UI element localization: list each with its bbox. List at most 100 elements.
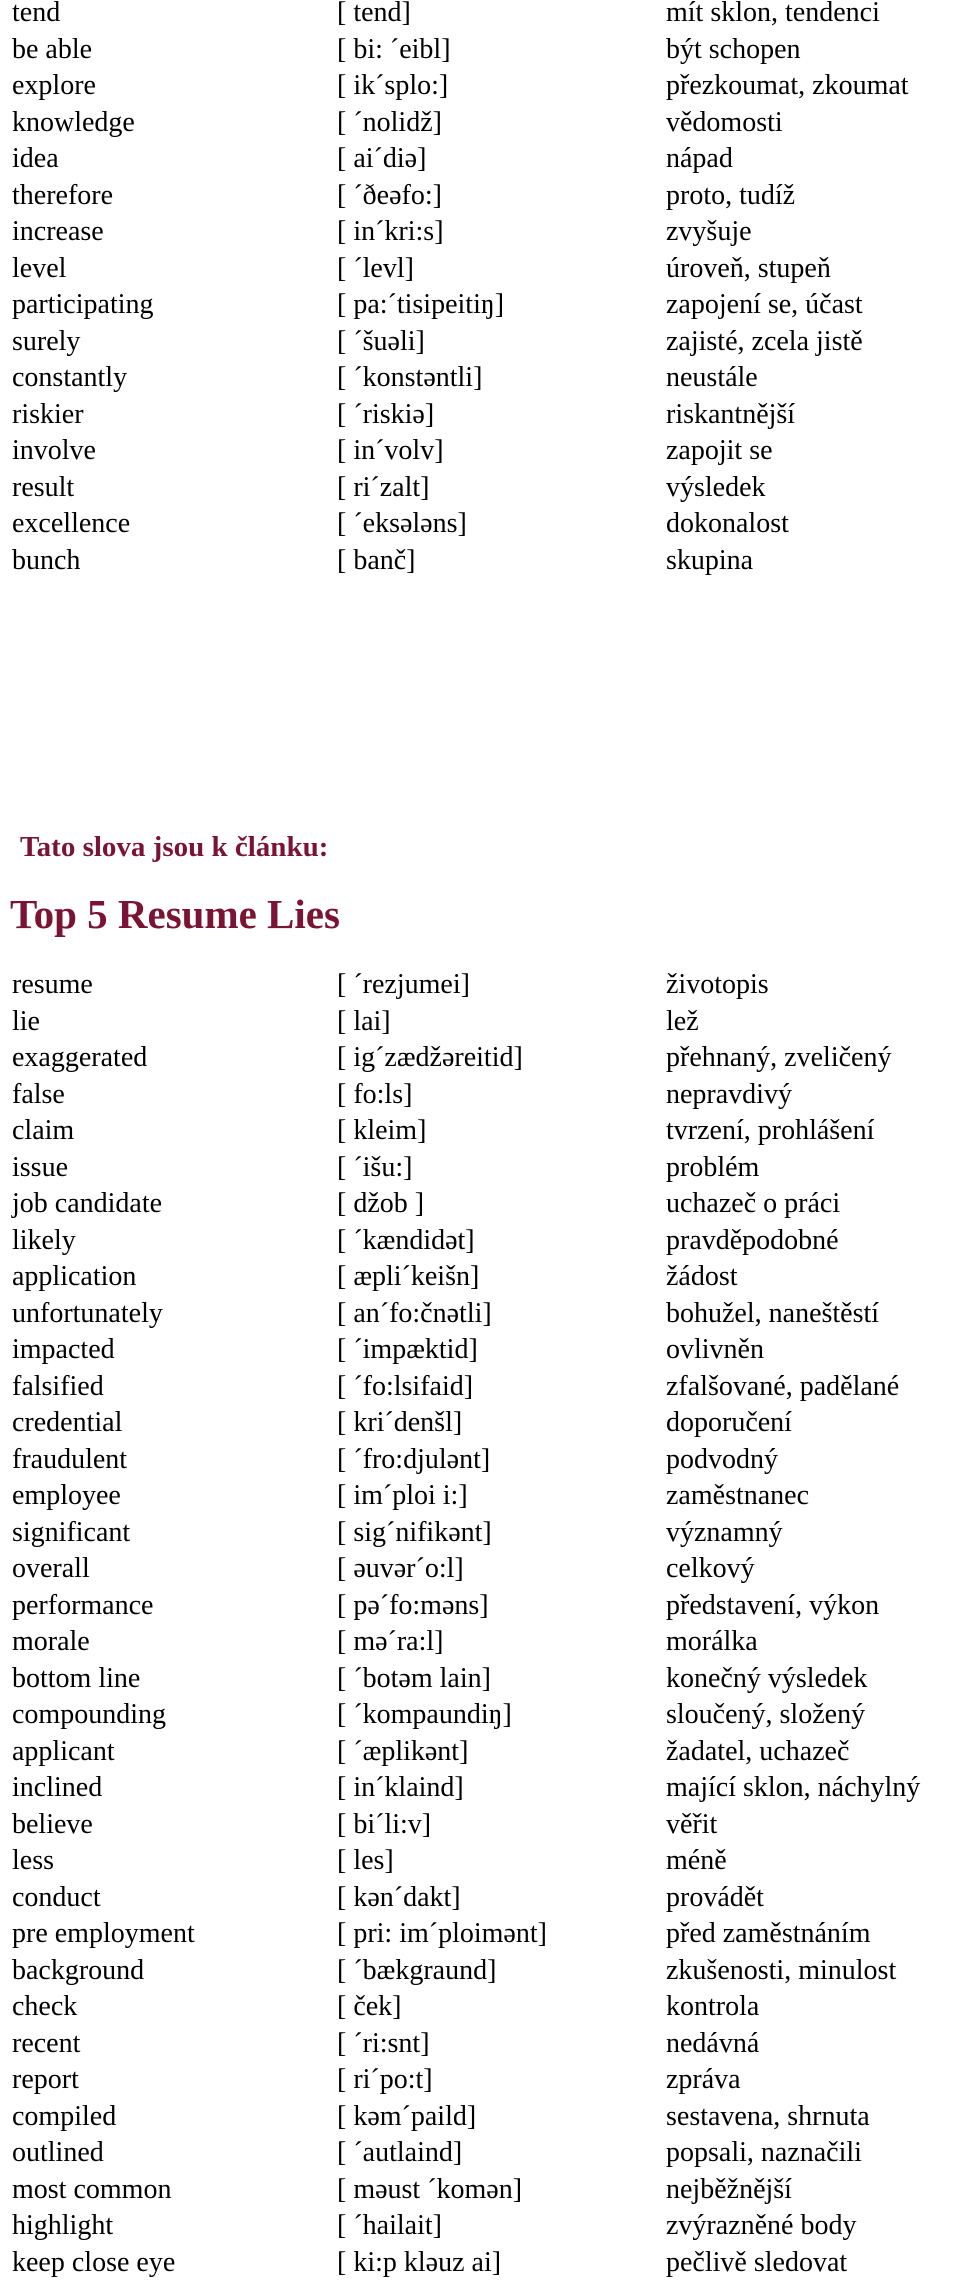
pronunciation: [ ´rezjumei] (337, 969, 470, 1000)
czech-translation: konečný výsledek (666, 1662, 868, 1694)
pronunciation: [ ´levl] (337, 252, 414, 284)
vocab-row: riskier [ ´riskiə] riskantnější (0, 397, 960, 434)
pronunciation: [ ´šuəli] (337, 325, 425, 357)
pronunciation: [ əuvər´o:l] (337, 1553, 464, 1584)
pronunciation: [ ´impæktid] (337, 1334, 478, 1365)
czech-translation: morálka (666, 1626, 758, 1657)
czech-translation: zapojit se (666, 435, 773, 466)
vocab-row: applicant [ ´æplikənt] žadatel, uchazeč (0, 1734, 960, 1771)
pronunciation: [ ai´diə] (337, 143, 427, 174)
english-word: credential (12, 1407, 123, 1438)
vocab-row: report [ ri´po:t] zpráva (0, 2062, 960, 2099)
vocab-row: knowledge [ ´nolidž] vědomosti (0, 105, 960, 142)
pronunciation: [ ´nolidž] (337, 106, 442, 138)
pronunciation: [ ´fo:lsifaid] (337, 1370, 474, 1402)
czech-translation: méně (666, 1845, 727, 1876)
czech-translation: vědomosti (666, 106, 783, 138)
vocab-row: explore [ ik´splo:] přezkoumat, zkoumat (0, 68, 960, 105)
pronunciation: [ ´ri:snt] (337, 2027, 430, 2059)
pronunciation: [ pri: im´ploimənt] (337, 1918, 547, 1949)
czech-translation: sestavena, shrnuta (666, 2100, 870, 2132)
czech-translation: riskantnější (666, 398, 796, 430)
pronunciation: [ kəm´paild] (337, 2100, 477, 2132)
czech-translation: přezkoumat, zkoumat (666, 70, 909, 101)
english-word: likely (12, 1224, 76, 1256)
czech-translation: neustále (666, 362, 758, 393)
pronunciation: [ ´bækgraund] (337, 1954, 497, 1986)
czech-translation: mající sklon, náchylný (666, 1772, 921, 1803)
pronunciation: [ ´kændidət] (337, 1224, 475, 1256)
english-word: employee (12, 1480, 121, 1511)
english-word: overall (12, 1553, 90, 1584)
english-word: issue (12, 1151, 68, 1183)
vocab-row: be able [ bi: ´eibl] být schopen (0, 32, 960, 69)
czech-translation: výsledek (666, 471, 766, 503)
pronunciation: [ ´kompaundiŋ] (337, 1699, 512, 1730)
vocab-row: lie [ lai] lež (0, 1004, 960, 1041)
pronunciation: [ ´riskiə] (337, 398, 435, 430)
pronunciation: [ ´išu:] (337, 1151, 413, 1183)
czech-translation: provádět (666, 1881, 764, 1913)
czech-translation: pravděpodobné (666, 1224, 839, 1256)
english-word: exaggerated (12, 1042, 148, 1073)
english-word: applicant (12, 1735, 115, 1767)
pronunciation: [ sig´nifikənt] (337, 1516, 492, 1548)
pronunciation: [ bi: ´eibl] (337, 33, 451, 65)
pronunciation: [ ri´zalt] (337, 471, 430, 503)
english-word: claim (12, 1115, 75, 1146)
pronunciation: [ məust ´komən] (337, 2173, 523, 2205)
czech-translation: životopis (666, 969, 769, 1000)
english-word: performance (12, 1589, 154, 1621)
pronunciation: [ ´fro:djulənt] (337, 1443, 491, 1475)
pronunciation: [ kri´denšl] (337, 1407, 463, 1438)
vocab-row: surely [ ´šuəli] zajisté, zcela jistě (0, 324, 960, 361)
english-word: tend (12, 0, 61, 28)
czech-translation: ovlivněn (666, 1334, 764, 1365)
english-word: report (12, 2064, 79, 2095)
pronunciation: [ ´botəm lain] (337, 1662, 491, 1694)
czech-translation: nápad (666, 143, 733, 174)
vocab-row: check [ ček] kontrola (0, 1989, 960, 2026)
english-word: impacted (12, 1334, 115, 1365)
pronunciation: [ les] (337, 1845, 394, 1876)
english-word: riskier (12, 398, 84, 430)
vocab-row: less [ les] méně (0, 1843, 960, 1880)
english-word: therefore (12, 179, 114, 211)
pronunciation: [ ´eksələns] (337, 508, 467, 539)
czech-translation: podvodný (666, 1443, 778, 1475)
vocab-row: tend [ tend] mít sklon, tendenci (0, 0, 960, 32)
english-word: explore (12, 70, 96, 101)
english-word: fraudulent (12, 1443, 128, 1475)
czech-translation: věřit (666, 1808, 718, 1840)
english-word: less (12, 1845, 54, 1876)
czech-translation: doporučení (666, 1407, 792, 1438)
czech-translation: proto, tudíž (666, 179, 796, 211)
vocab-row: background [ ´bækgraund] zkušenosti, minul… (0, 1953, 960, 1990)
english-word: level (12, 252, 67, 284)
vocab-row: result [ ri´zalt] výsledek (0, 470, 960, 507)
czech-translation: významný (666, 1516, 783, 1548)
vocab-row: idea [ ai´diə] nápad (0, 141, 960, 178)
pronunciation: [ an´fo:čnətli] (337, 1297, 492, 1329)
vocab-row: believe [ bi´li:v] věřit (0, 1807, 960, 1844)
vocab-row: excellence [ ´eksələns] dokonalost (0, 506, 960, 543)
english-word: most common (12, 2173, 172, 2205)
pronunciation: [ æpli´keišn] (337, 1261, 480, 1292)
english-word: recent (12, 2027, 81, 2059)
pronunciation: [ fo:ls] (337, 1078, 413, 1110)
english-word: be able (12, 33, 93, 65)
czech-translation: celkový (666, 1553, 755, 1584)
czech-translation: sloučený, složený (666, 1699, 866, 1730)
czech-translation: zkušenosti, minulost (666, 1954, 897, 1986)
vocab-row: involve [ in´volv] zapojit se (0, 433, 960, 470)
english-word: pre employment (12, 1918, 195, 1949)
czech-translation: popsali, naznačili (666, 2137, 862, 2168)
vocab-row: compounding [ ´kompaundiŋ] sloučený, slože… (0, 1697, 960, 1734)
english-word: idea (12, 143, 59, 174)
vocabulary-list-1: tend [ tend] mít sklon, tendenci be able [ b… (0, 0, 960, 579)
english-word: constantly (12, 362, 128, 393)
vocab-row: constantly [ ´konstəntli] neustále (0, 360, 960, 397)
english-word: false (12, 1078, 65, 1110)
pronunciation: [ kən´dakt] (337, 1881, 461, 1913)
vocab-row: likely [ ´kændidət] pravděpodobné (0, 1223, 960, 1260)
